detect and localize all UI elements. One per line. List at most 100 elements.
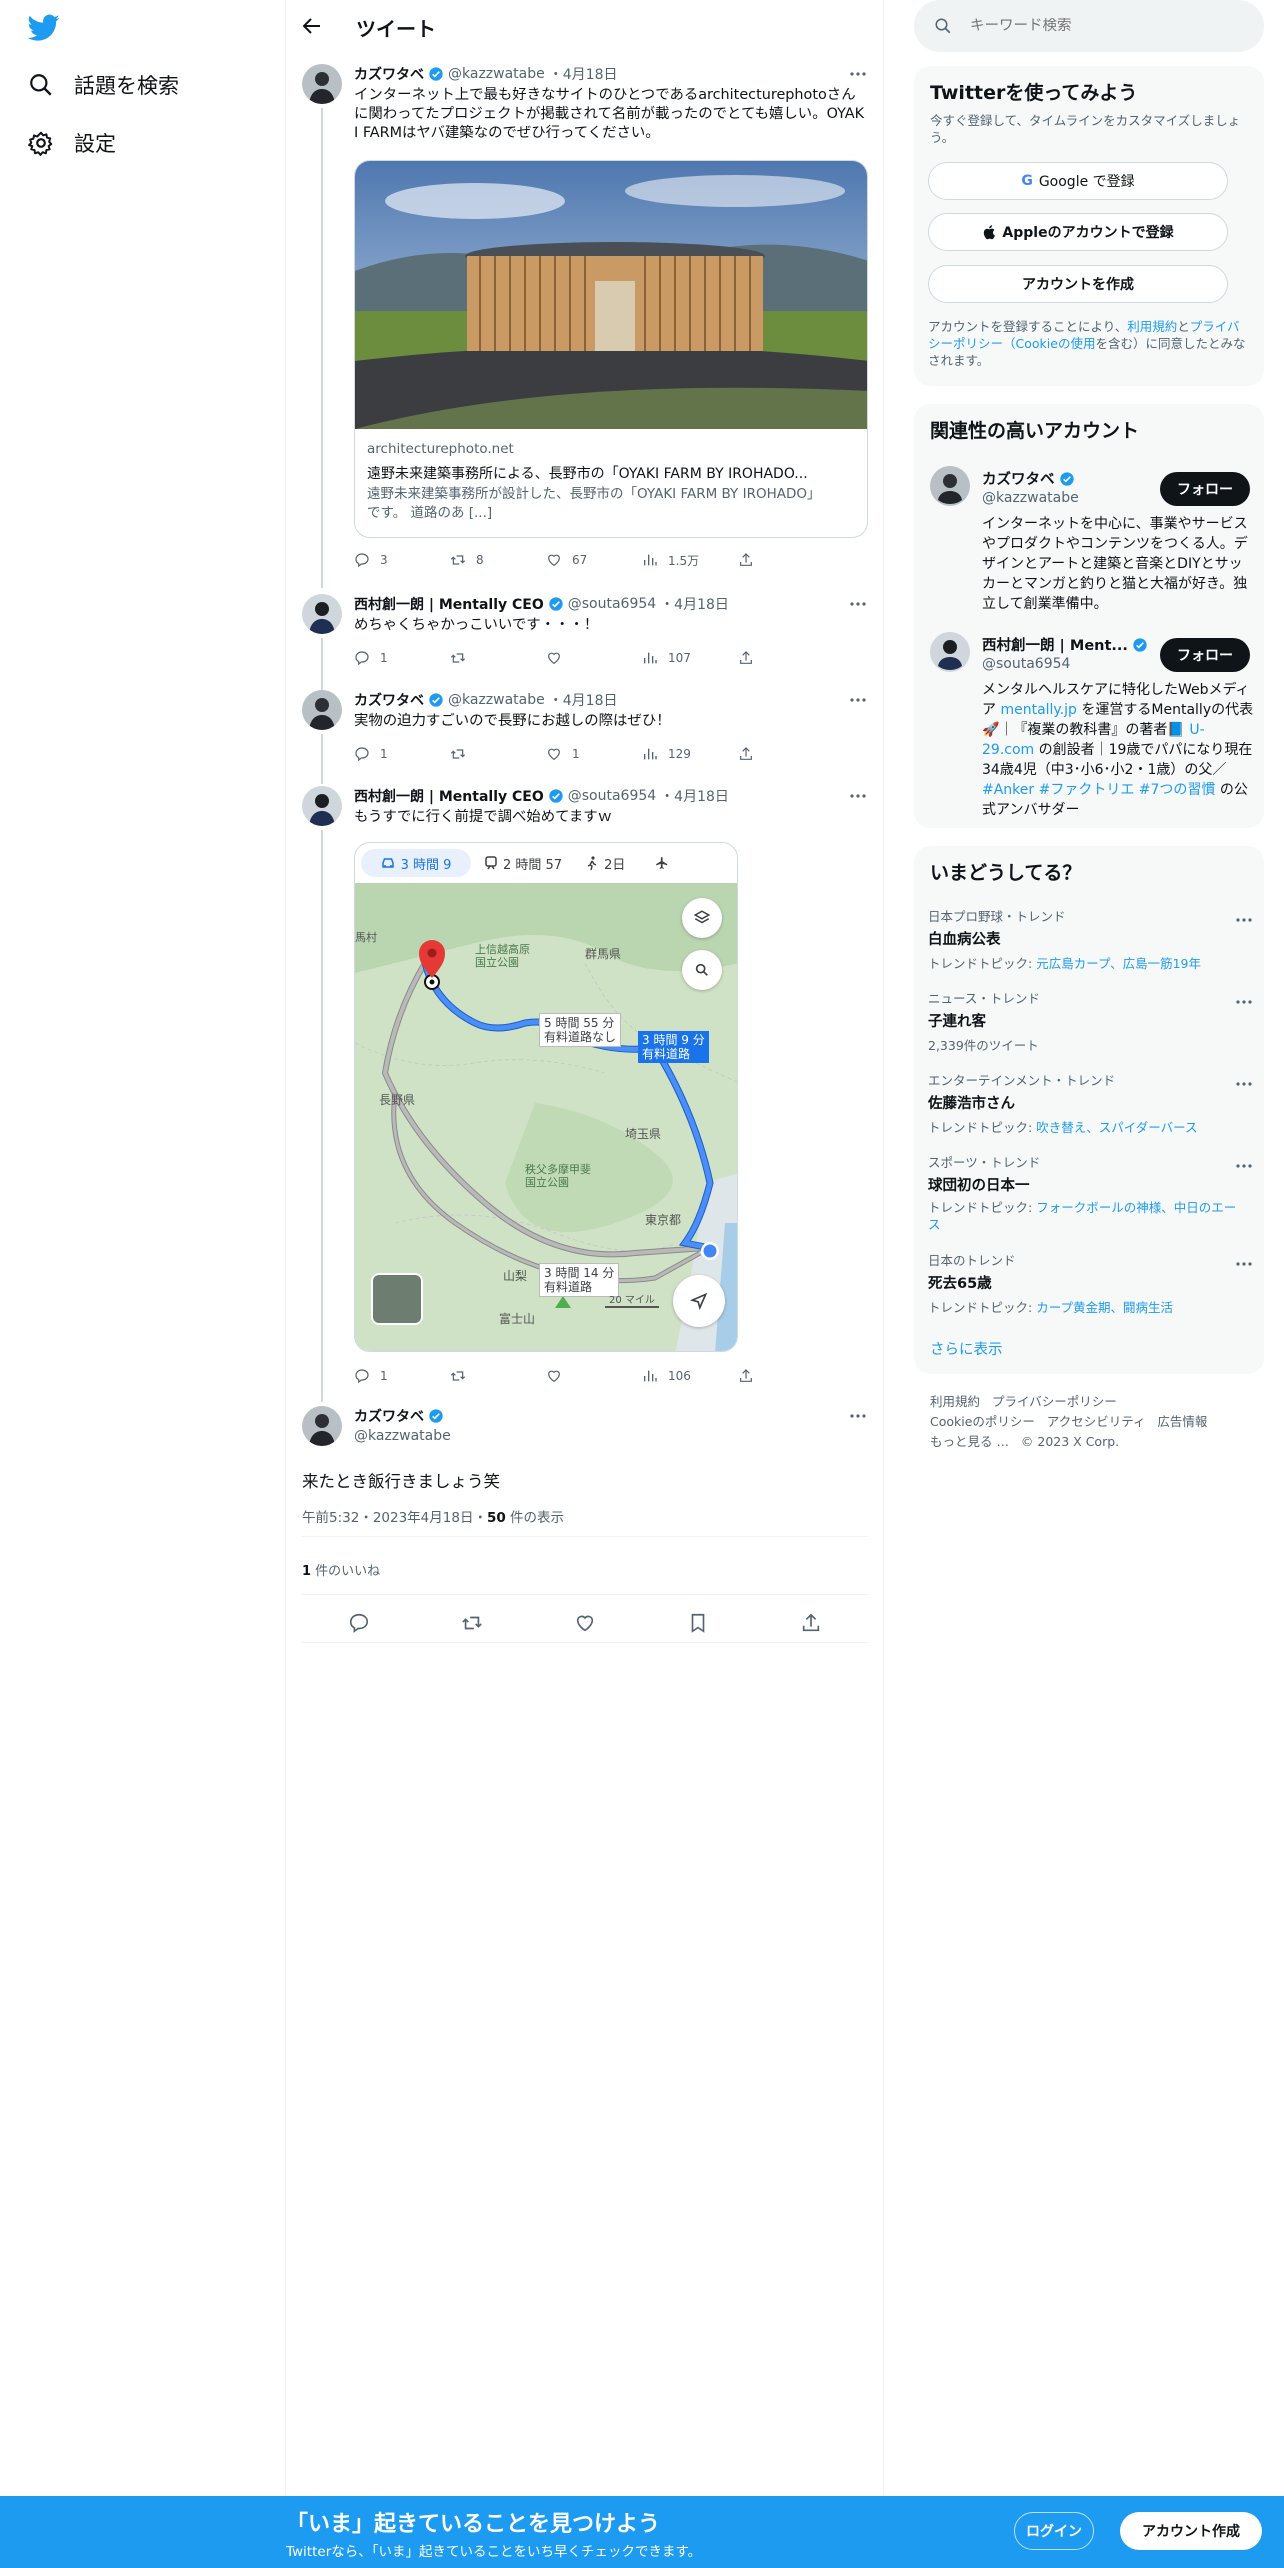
google-signup-button[interactable]: G Google で登録 <box>928 162 1228 200</box>
tweet[interactable]: 西村創一朗 | Mentally CEO @souta6954 ・4月18日 も… <box>302 786 868 1386</box>
trend-item[interactable]: スポーツ・トレンド 球団初の日本一 トレンドトピック: フォークボールの神様、中… <box>928 1152 1254 1233</box>
trend-topics[interactable]: カープ黄金期、闘病生活 <box>1036 1300 1173 1315</box>
more-options-icon[interactable] <box>848 64 868 84</box>
author-handle[interactable]: @kazzwatabe <box>354 1428 868 1444</box>
route-label-no-toll[interactable]: 5 時間 55 分有料道路なし <box>539 1013 622 1047</box>
footer-more[interactable]: もっと見る … <box>930 1434 1009 1449</box>
author-handle[interactable]: @souta6954 <box>568 788 656 804</box>
views-button[interactable]: 107 <box>642 648 738 668</box>
like-button[interactable] <box>546 1366 642 1386</box>
login-button[interactable]: ログイン <box>1014 2512 1094 2550</box>
avatar[interactable] <box>930 466 970 506</box>
tab-car[interactable]: 3 時間 9 <box>361 849 471 877</box>
map-image[interactable]: 3 時間 9 2 時間 57 2日 5 時間 55 分有料道路なし 3 時間 9… <box>354 842 738 1352</box>
avatar[interactable] <box>930 632 970 672</box>
more-options-icon[interactable] <box>1234 1156 1254 1176</box>
tweet-date[interactable]: ・4月18日 <box>660 594 729 614</box>
nav-explore[interactable]: 話題を検索 <box>28 70 179 100</box>
author-name[interactable]: カズワタベ <box>354 1406 424 1426</box>
more-options-icon[interactable] <box>1234 992 1254 1012</box>
follow-button[interactable]: フォロー <box>1160 472 1250 506</box>
share-button[interactable] <box>738 744 768 764</box>
cookie-link[interactable]: （Cookieの使用 <box>1003 336 1095 351</box>
footer-cookie[interactable]: Cookieのポリシー <box>930 1414 1035 1429</box>
follow-button[interactable]: フォロー <box>1160 638 1250 672</box>
apple-signup-button[interactable]: Appleのアカウントで登録 <box>928 213 1228 251</box>
avatar[interactable] <box>302 594 342 634</box>
retweet-icon[interactable] <box>461 1612 483 1634</box>
create-account-button[interactable]: アカウントを作成 <box>928 265 1228 303</box>
avatar[interactable] <box>302 64 342 104</box>
trend-item[interactable]: 日本プロ野球・トレンド 白血病公表 トレンドトピック: 元広島カープ、広島一筋1… <box>928 906 1254 972</box>
footer-ads[interactable]: 広告情報 <box>1157 1414 1207 1429</box>
more-options-icon[interactable] <box>1234 1074 1254 1094</box>
reply-button[interactable]: 3 <box>354 550 450 570</box>
terms-link[interactable]: 利用規約 <box>1127 319 1177 334</box>
account-item[interactable]: 西村創一朗 | Ment... @souta6954 フォロー メンタルヘルスケ… <box>914 622 1264 822</box>
account-item[interactable]: カズワタベ @kazzwatabe フォロー インターネットを中心に、事業やサー… <box>914 456 1264 612</box>
author-handle[interactable]: @kazzwatabe <box>448 692 545 708</box>
footer-accessibility[interactable]: アクセシビリティ <box>1047 1414 1146 1429</box>
signup-button[interactable]: アカウント作成 <box>1120 2512 1262 2550</box>
tab-train[interactable]: 2 時間 57 <box>485 854 562 873</box>
trend-item[interactable]: 日本のトレンド 死去65歳 トレンドトピック: カープ黄金期、闘病生活 <box>928 1250 1254 1316</box>
share-icon[interactable] <box>800 1612 822 1634</box>
tweet[interactable]: カズワタベ @kazzwatabe ・4月18日 実物の迫力すごいので長野にお越… <box>302 690 868 770</box>
views-button[interactable]: 106 <box>642 1366 738 1386</box>
trend-topics[interactable]: 吹き替え、スパイダーバース <box>1036 1120 1197 1135</box>
map-navigate-button[interactable] <box>673 1275 725 1327</box>
share-button[interactable] <box>738 1366 768 1386</box>
more-options-icon[interactable] <box>1234 1254 1254 1274</box>
street-view-thumbnail[interactable] <box>371 1273 423 1325</box>
share-button[interactable] <box>738 648 768 668</box>
nav-settings[interactable]: 設定 <box>28 128 116 158</box>
tweet-date[interactable]: ・4月18日 <box>660 786 729 806</box>
twitter-logo-icon[interactable] <box>27 14 60 46</box>
route-label-selected[interactable]: 3 時間 9 分有料道路 <box>638 1031 709 1063</box>
like-button[interactable]: 1 <box>546 744 642 764</box>
show-more-link[interactable]: さらに表示 <box>930 1338 1003 1359</box>
tab-flight[interactable] <box>655 856 669 870</box>
trend-item[interactable]: エンターテインメント・トレンド 佐藤浩市さん トレンドトピック: 吹き替え、スパ… <box>928 1070 1254 1136</box>
bio-hashtags[interactable]: #Anker #ファクトリエ #7つの習慣 <box>982 782 1215 798</box>
trend-item[interactable]: ニュース・トレンド 子連れ客 2,339件のツイート <box>928 988 1254 1054</box>
like-button[interactable] <box>546 648 642 668</box>
author-name[interactable]: 西村創一朗 | Mentally CEO <box>354 594 544 614</box>
back-arrow-icon[interactable] <box>300 14 324 38</box>
more-options-icon[interactable] <box>1234 910 1254 930</box>
avatar[interactable] <box>302 1406 342 1446</box>
retweet-button[interactable] <box>450 744 546 764</box>
map-layers-button[interactable] <box>682 898 722 938</box>
more-options-icon[interactable] <box>848 594 868 614</box>
more-options-icon[interactable] <box>848 786 868 806</box>
tweet-timestamp[interactable]: 午前5:32・2023年4月18日・ <box>302 1510 487 1526</box>
trend-topics[interactable]: 元広島カープ、広島一筋19年 <box>1036 956 1201 971</box>
author-name[interactable]: 西村創一朗 | Mentally CEO <box>354 786 544 806</box>
heart-icon[interactable] <box>574 1612 596 1634</box>
tweet[interactable]: 西村創一朗 | Mentally CEO @souta6954 ・4月18日 め… <box>302 594 868 674</box>
retweet-button[interactable] <box>450 1366 546 1386</box>
likes-summary[interactable]: 1 件のいいね <box>302 1560 380 1579</box>
author-handle[interactable]: @kazzwatabe <box>448 66 545 82</box>
map-search-button[interactable] <box>682 950 722 990</box>
bio-link[interactable]: mentally.jp <box>1000 702 1077 718</box>
reply-button[interactable]: 1 <box>354 1366 450 1386</box>
share-button[interactable] <box>738 550 768 570</box>
tweet-date[interactable]: ・4月18日 <box>549 64 618 84</box>
tab-walk[interactable]: 2日 <box>586 854 625 873</box>
reply-button[interactable]: 1 <box>354 744 450 764</box>
retweet-button[interactable]: 8 <box>450 550 546 570</box>
footer-terms[interactable]: 利用規約 <box>930 1394 980 1409</box>
bookmark-icon[interactable] <box>687 1612 709 1634</box>
footer-privacy[interactable]: プライバシーポリシー <box>992 1394 1117 1409</box>
search-input[interactable] <box>970 18 1240 34</box>
like-button[interactable]: 67 <box>546 550 642 570</box>
tweet-date[interactable]: ・4月18日 <box>549 690 618 710</box>
reply-button[interactable]: 1 <box>354 648 450 668</box>
avatar[interactable] <box>302 690 342 730</box>
link-card[interactable]: architecturephoto.net 遠野未来建築事務所による、長野市の「… <box>354 160 868 538</box>
more-options-icon[interactable] <box>848 690 868 710</box>
views-button[interactable]: 129 <box>642 744 738 764</box>
reply-icon[interactable] <box>348 1612 370 1634</box>
more-options-icon[interactable] <box>848 1406 868 1426</box>
